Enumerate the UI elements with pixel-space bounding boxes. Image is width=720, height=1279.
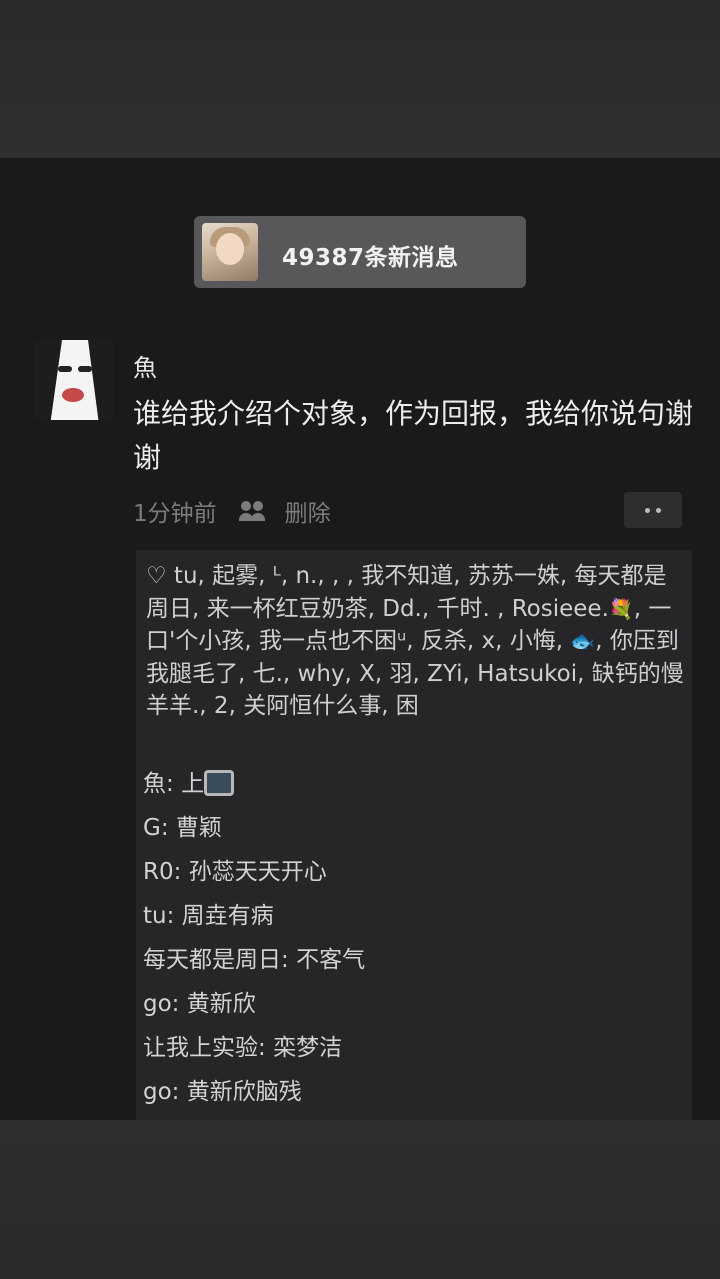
flower-icon: 💐: [608, 596, 634, 621]
new-messages-button[interactable]: 49387条新消息: [194, 216, 526, 288]
comment-author[interactable]: R0: [143, 859, 174, 885]
friends-icon: [238, 501, 267, 521]
comment-separator: :: [258, 1035, 274, 1061]
comment-author[interactable]: go: [143, 991, 172, 1017]
comment-author[interactable]: G: [143, 815, 161, 841]
comment-text: 不客气: [296, 947, 366, 973]
comment-text: 黄新欣: [186, 991, 256, 1017]
more-dots-icon[interactable]: [624, 492, 682, 528]
new-messages-label: 49387条新消息: [282, 245, 459, 271]
delete-button[interactable]: 删除: [285, 494, 331, 528]
comment-separator: :: [166, 903, 182, 929]
comment-separator: :: [171, 1079, 187, 1105]
top-band: [0, 0, 720, 158]
comment-item[interactable]: 魚: 上: [143, 762, 683, 806]
bottom-band: [0, 1120, 720, 1279]
likes-list: ♡ tu, 起雾, ᴸ, n., , , 我不知道, 苏苏一姝, 每天都是周日,…: [146, 560, 686, 723]
comment-author[interactable]: tu: [143, 903, 167, 929]
moments-feed[interactable]: 49387条新消息 魚 谁给我介绍个对象，作为回报，我给你说句谢谢 1分钟前 删…: [0, 158, 720, 1120]
likes-part-1: tu, 起雾, ᴸ, n., , , 我不知道, 苏苏一姝, 每天都是周日, 来…: [146, 563, 667, 622]
comment-item[interactable]: G: 曹颖: [143, 806, 683, 850]
comment-separator: :: [281, 947, 297, 973]
tv-icon: [204, 770, 235, 796]
comment-text: 孙蕊天天开心: [188, 859, 327, 885]
post-meta: 1分钟前 删除: [133, 494, 331, 528]
comment-text: 栾梦洁: [273, 1035, 343, 1061]
comment-author[interactable]: 让我上实验: [143, 1035, 258, 1061]
heart-icon: ♡: [146, 563, 167, 589]
comment-text: 曹颖: [175, 815, 222, 841]
comment-text: 黄新欣脑残: [186, 1079, 302, 1105]
comment-item[interactable]: 每天都是周日: 不客气: [143, 938, 683, 982]
post-time: 1分钟前: [133, 501, 217, 527]
comment-separator: :: [171, 991, 187, 1017]
comment-separator: :: [173, 859, 189, 885]
comments-list: 魚: 上 G: 曹颖 R0: 孙蕊天天开心 tu: 周垚有病 每天都是周日: 不…: [143, 762, 683, 1114]
comment-author[interactable]: go: [143, 1079, 172, 1105]
comment-separator: :: [166, 771, 182, 797]
post-text: 谁给我介绍个对象，作为回报，我给你说句谢谢: [133, 397, 694, 474]
fish-icon: 🐟: [570, 629, 596, 653]
comment-author[interactable]: 魚: [143, 771, 166, 797]
comment-text: 上: [181, 771, 205, 797]
poster-avatar[interactable]: [34, 340, 114, 420]
comment-item[interactable]: 让我上实验: 栾梦洁: [143, 1026, 683, 1070]
likes-and-comments: ♡ tu, 起雾, ᴸ, n., , , 我不知道, 苏苏一姝, 每天都是周日,…: [136, 550, 692, 1120]
comment-item[interactable]: go: 黄新欣: [143, 982, 683, 1026]
comment-text: 周垚有病: [181, 903, 274, 929]
poster-name[interactable]: 魚: [133, 348, 157, 383]
avatar: [202, 223, 258, 281]
comment-author[interactable]: 每天都是周日: [143, 947, 281, 973]
comment-item[interactable]: tu: 周垚有病: [143, 894, 683, 938]
comment-item[interactable]: R0: 孙蕊天天开心: [143, 850, 683, 894]
comment-item[interactable]: go: 黄新欣脑残: [143, 1070, 683, 1114]
comment-separator: :: [160, 815, 176, 841]
